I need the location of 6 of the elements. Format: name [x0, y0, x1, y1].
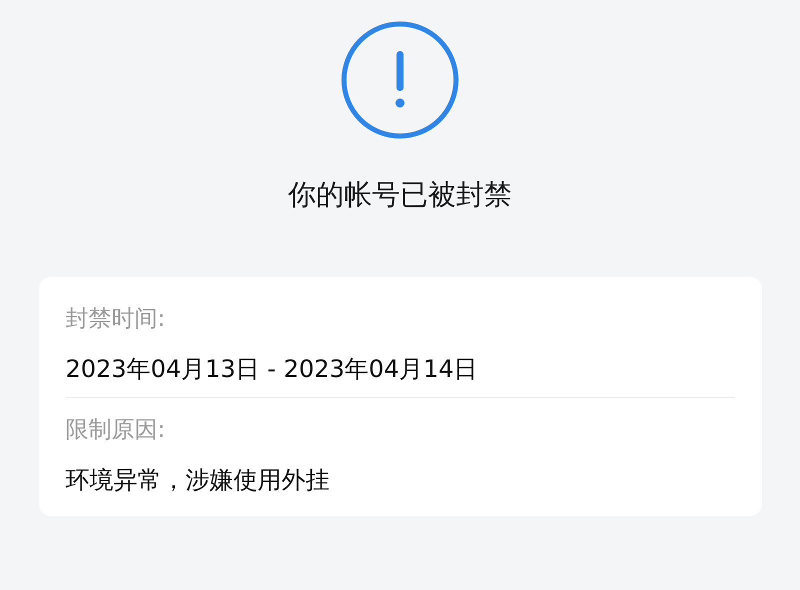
detail-value: 环境异常，涉嫌使用外挂	[66, 465, 330, 496]
alert-icon	[341, 21, 459, 139]
page-title: 你的帐号已被封禁	[288, 177, 512, 213]
detail-label: 封禁时间:	[66, 305, 166, 334]
detail-value: 2023年04月13日 - 2023年04月14日	[66, 354, 478, 385]
detail-label: 限制原因:	[66, 416, 166, 445]
